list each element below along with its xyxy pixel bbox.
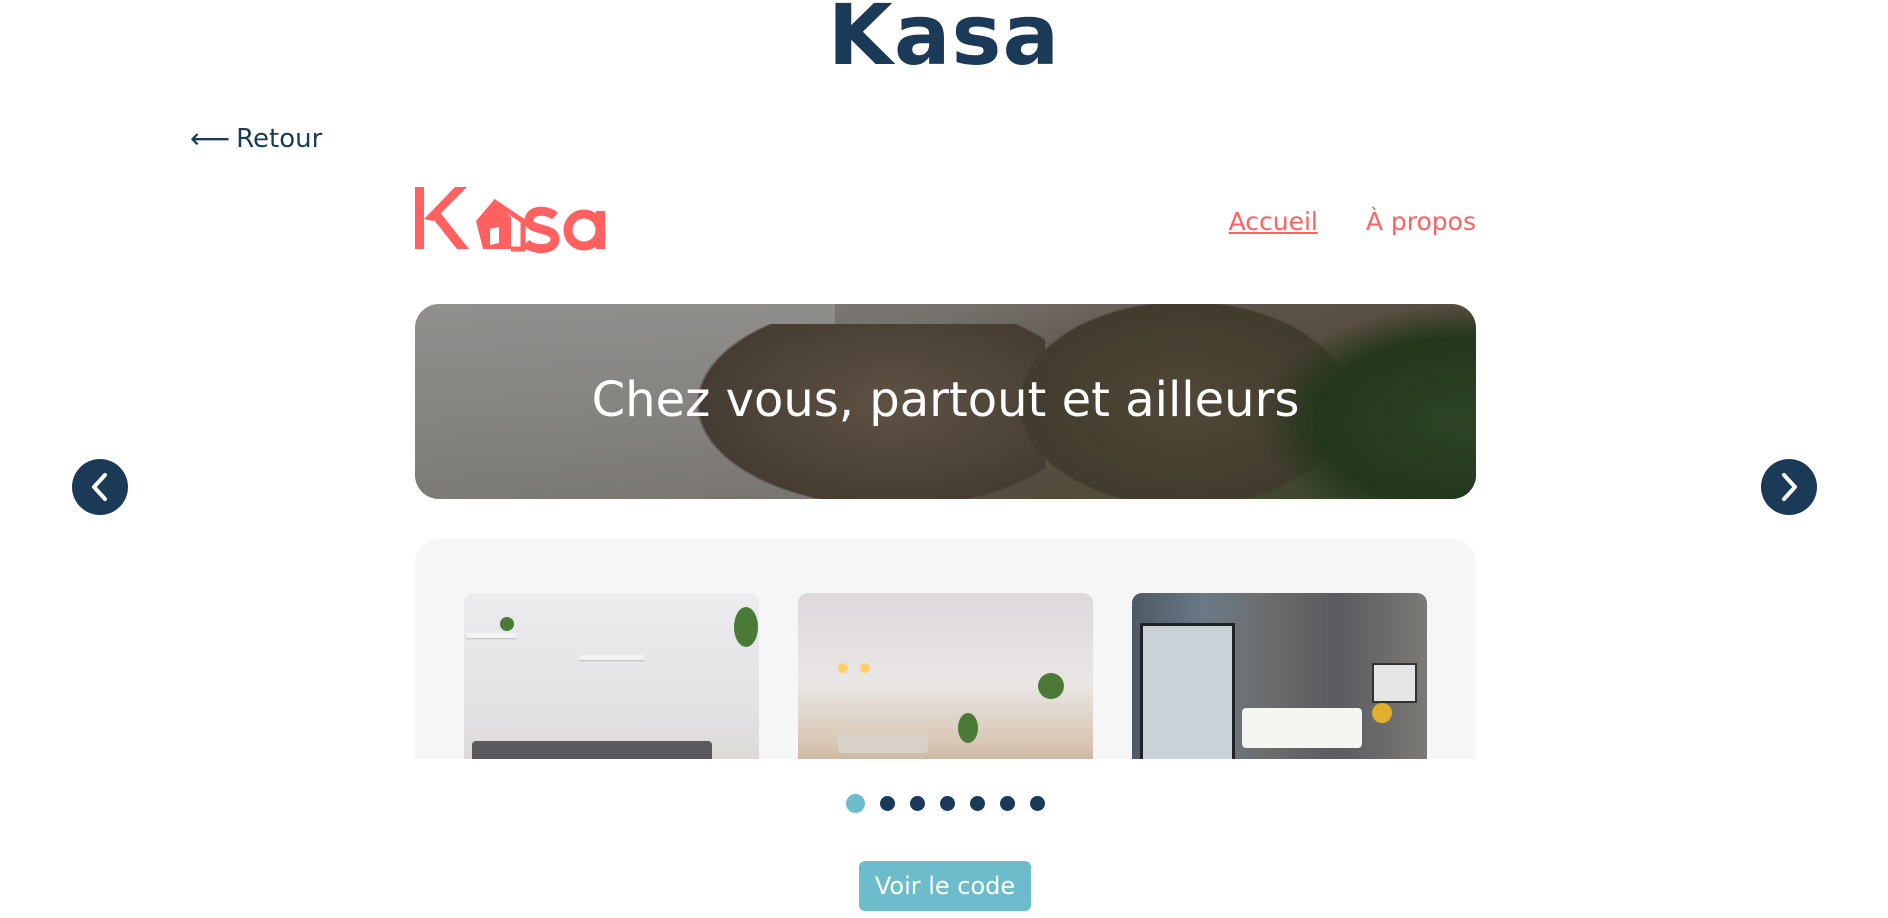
project-preview: Accueil À propos Chez vous, partout et a… — [415, 175, 1476, 759]
back-label: Retour — [236, 123, 323, 154]
chevron-right-icon — [1782, 473, 1797, 501]
arrow-left-icon: ⟵ — [190, 122, 231, 155]
listing-card[interactable] — [464, 593, 759, 759]
view-code-button[interactable]: Voir le code — [859, 861, 1031, 911]
pagination-dot[interactable] — [910, 796, 925, 811]
carousel-pagination — [846, 794, 1045, 813]
chevron-left-icon — [92, 473, 107, 501]
banner-title: Chez vous, partout et ailleurs — [591, 372, 1300, 428]
listing-card[interactable] — [798, 593, 1093, 759]
pagination-dot-active[interactable] — [846, 794, 865, 813]
pagination-dot[interactable] — [940, 796, 955, 811]
page-title: Kasa — [827, 0, 1061, 84]
listing-gallery — [415, 539, 1476, 759]
pagination-dot[interactable] — [880, 796, 895, 811]
carousel-next-button[interactable] — [1761, 459, 1817, 515]
nav-link-accueil[interactable]: Accueil — [1229, 207, 1318, 236]
hero-banner: Chez vous, partout et ailleurs — [415, 304, 1476, 499]
site-header: Accueil À propos — [415, 175, 1476, 295]
pagination-dot[interactable] — [1000, 796, 1015, 811]
pagination-dot[interactable] — [970, 796, 985, 811]
kasa-logo — [415, 187, 605, 253]
listing-card[interactable] — [1132, 593, 1427, 759]
site-nav: Accueil À propos — [1229, 207, 1476, 236]
nav-link-a-propos[interactable]: À propos — [1366, 207, 1476, 236]
back-link[interactable]: ⟵ Retour — [190, 122, 322, 155]
pagination-dot[interactable] — [1030, 796, 1045, 811]
carousel-prev-button[interactable] — [72, 459, 128, 515]
